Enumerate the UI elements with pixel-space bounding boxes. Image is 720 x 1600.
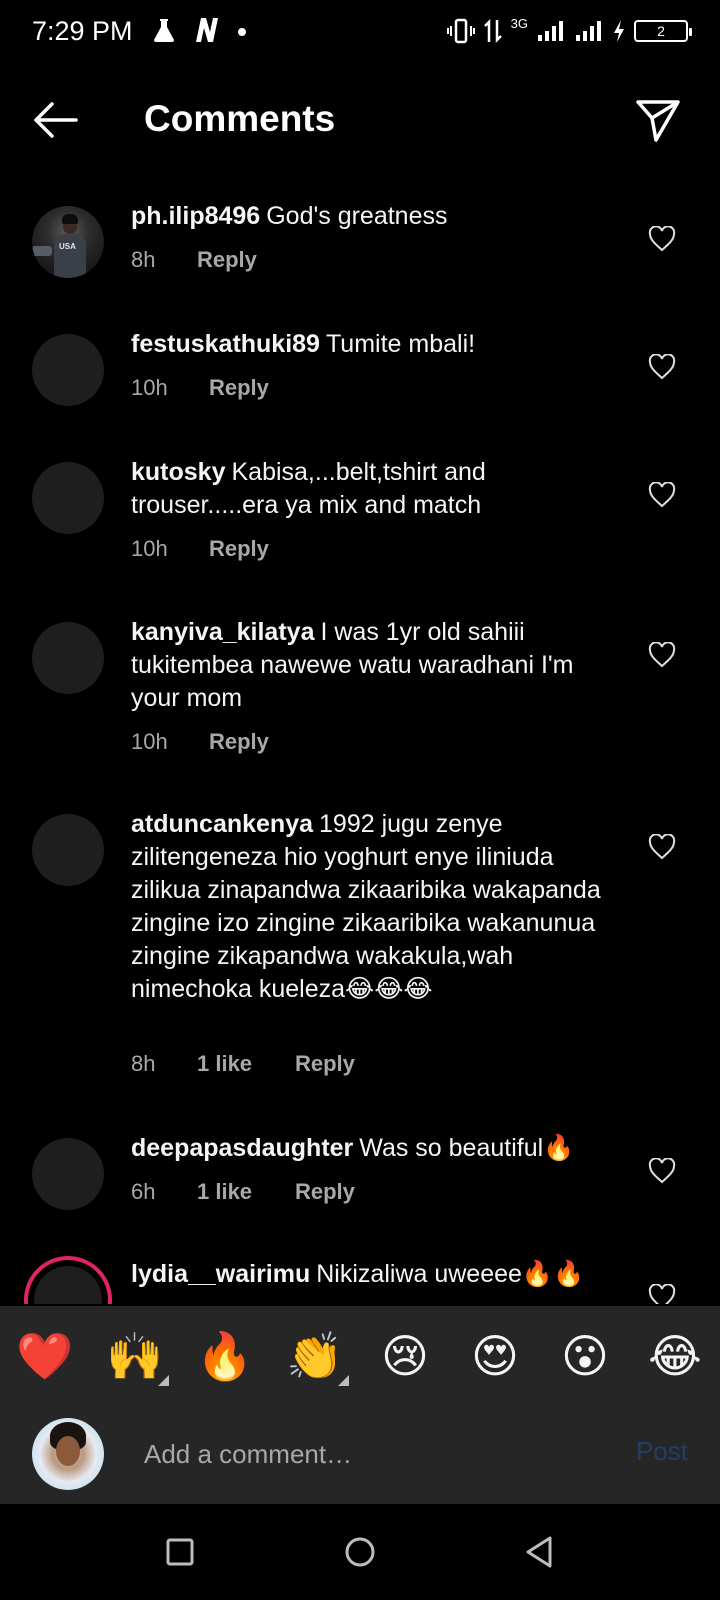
comment-meta: 8h Reply xyxy=(131,247,257,273)
comment-likes[interactable]: 1 like xyxy=(197,1179,295,1205)
comment-username[interactable]: atduncankenya xyxy=(131,810,313,838)
comment-meta: 10h Reply xyxy=(131,729,269,755)
share-button[interactable] xyxy=(632,94,684,146)
signal-icon-2 xyxy=(576,21,601,41)
post-button[interactable]: Post xyxy=(636,1436,688,1467)
comment-body: Was so beautiful🔥 xyxy=(359,1134,575,1162)
skin-tone-indicator xyxy=(338,1375,349,1386)
comment-item: kanyiva_kilatya I was 1yr old sahiii tuki… xyxy=(0,612,720,784)
emoji-laughing[interactable]: 😂 xyxy=(645,1326,705,1386)
comment-item: lydia__wairimu Nikizaliwa uweeee🔥🔥 xyxy=(0,1254,720,1304)
heart-icon[interactable] xyxy=(648,642,676,668)
page-title: Comments xyxy=(144,98,336,139)
comment-text: kutosky Kabisa,...belt,tshirt and trouser… xyxy=(131,456,621,522)
avatar[interactable] xyxy=(32,1138,104,1210)
comment-item: kutosky Kabisa,...belt,tshirt and trouser… xyxy=(0,452,720,592)
emoji-surprised[interactable]: 😮 xyxy=(555,1326,615,1386)
comment-body: God's greatness xyxy=(266,202,448,230)
avatar-story-ring[interactable] xyxy=(24,1256,112,1304)
avatar[interactable] xyxy=(32,334,104,406)
charging-icon xyxy=(614,20,624,42)
heart-icon[interactable] xyxy=(648,1284,676,1304)
emoji-raised-hands[interactable]: 🙌 xyxy=(105,1326,169,1386)
comment-meta: 6h 1 like Reply xyxy=(131,1179,355,1205)
comment-text: kanyiva_kilatya I was 1yr old sahiii tuki… xyxy=(131,616,621,715)
header: Comments xyxy=(0,80,720,160)
comment-text: deepapasdaughter Was so beautiful🔥 xyxy=(131,1132,621,1165)
comment-input[interactable] xyxy=(144,1434,604,1474)
comment-username[interactable]: deepapasdaughter xyxy=(131,1134,353,1162)
comment-meta: 10h Reply xyxy=(131,375,269,401)
netflix-icon xyxy=(196,18,218,42)
comment-body: Tumite mbali! xyxy=(325,330,476,358)
emoji-crying[interactable]: 😢 xyxy=(375,1326,435,1386)
comment-time: 8h xyxy=(131,1051,156,1076)
avatar[interactable] xyxy=(32,814,104,886)
comment-time: 10h xyxy=(131,536,168,561)
home-icon[interactable] xyxy=(338,1530,382,1574)
comment-meta: 10h Reply xyxy=(131,536,269,562)
heart-icon[interactable] xyxy=(648,1158,676,1184)
my-avatar xyxy=(32,1418,104,1490)
reply-button[interactable]: Reply xyxy=(209,729,269,755)
comment-likes[interactable]: 1 like xyxy=(197,1051,295,1077)
reply-button[interactable]: Reply xyxy=(209,375,269,401)
comment-username[interactable]: lydia__wairimu xyxy=(131,1260,310,1288)
comment-body: Nikizaliwa uweeee🔥🔥 xyxy=(316,1260,585,1288)
vibrate-icon xyxy=(446,18,475,44)
comment-text: lydia__wairimu Nikizaliwa uweeee🔥🔥 xyxy=(131,1258,621,1291)
emoji-heart-eyes[interactable]: 😍 xyxy=(465,1326,525,1386)
emoji-quick-bar: ❤️ 🙌 🔥 👏 😢 😍 😮 😂 xyxy=(0,1306,720,1404)
comment-time: 10h xyxy=(131,729,168,754)
comment-username[interactable]: kanyiva_kilatya xyxy=(131,618,314,646)
avatar xyxy=(34,1266,102,1304)
avatar[interactable] xyxy=(32,622,104,694)
avatar[interactable] xyxy=(32,462,104,534)
status-bar: 7:29 PM 3G 2 xyxy=(0,0,720,64)
comment-username[interactable]: ph.ilip8496 xyxy=(131,202,260,230)
comment-username[interactable]: kutosky xyxy=(131,458,225,486)
reply-button[interactable]: Reply xyxy=(197,247,257,273)
heart-icon[interactable] xyxy=(648,226,676,252)
battery-icon: 2 xyxy=(634,20,692,42)
comments-list: USA ph.ilip8496 God's greatness 8h Reply … xyxy=(0,196,720,1304)
status-time: 7:29 PM xyxy=(32,16,133,46)
comment-text: ph.ilip8496 God's greatness xyxy=(131,200,621,233)
emoji-clap[interactable]: 👏 xyxy=(285,1326,349,1386)
comment-text: atduncankenya 1992 jugu zenye zilitengene… xyxy=(131,808,621,1006)
back-button[interactable] xyxy=(28,96,84,144)
heart-icon[interactable] xyxy=(648,834,676,860)
reply-button[interactable]: Reply xyxy=(295,1051,355,1077)
avatar[interactable]: USA xyxy=(32,206,104,278)
comment-time: 6h xyxy=(131,1179,156,1204)
emoji-fire[interactable]: 🔥 xyxy=(195,1326,255,1386)
system-nav-bar xyxy=(0,1504,720,1600)
signal-icon xyxy=(538,21,563,41)
comment-item: deepapasdaughter Was so beautiful🔥 6h 1 l… xyxy=(0,1128,720,1238)
arrow-left-icon xyxy=(34,102,78,138)
comment-text: festuskathuki89 Tumite mbali! xyxy=(131,328,621,361)
flask-icon xyxy=(154,19,174,42)
comment-time: 8h xyxy=(131,247,156,272)
emoji-heart[interactable]: ❤️ xyxy=(15,1326,75,1386)
comment-composer: Post xyxy=(0,1404,720,1504)
comment-meta: 8h 1 like Reply xyxy=(131,1051,355,1077)
comment-time: 10h xyxy=(131,375,168,400)
skin-tone-indicator xyxy=(158,1375,169,1386)
comment-item: USA ph.ilip8496 God's greatness 8h Reply xyxy=(0,196,720,306)
comment-body: 1992 jugu zenye zilitengeneza hio yoghur… xyxy=(131,810,601,1003)
recents-icon[interactable] xyxy=(158,1530,202,1574)
data-arrows-icon xyxy=(483,18,502,44)
heart-icon[interactable] xyxy=(648,482,676,508)
reply-button[interactable]: Reply xyxy=(209,536,269,562)
dot-icon xyxy=(238,28,246,36)
send-icon xyxy=(636,100,680,142)
back-nav-icon[interactable] xyxy=(518,1530,562,1574)
comment-username[interactable]: festuskathuki89 xyxy=(131,330,320,358)
comment-item: festuskathuki89 Tumite mbali! 10h Reply xyxy=(0,324,720,434)
reply-button[interactable]: Reply xyxy=(295,1179,355,1205)
comment-item: atduncankenya 1992 jugu zenye zilitengene… xyxy=(0,804,720,1104)
heart-icon[interactable] xyxy=(648,354,676,380)
network-type: 3G xyxy=(510,15,528,31)
